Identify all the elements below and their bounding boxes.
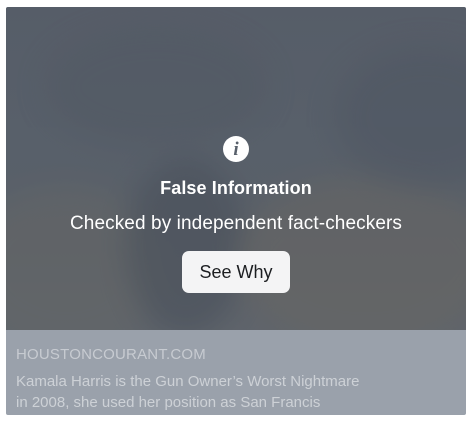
info-icon-glyph: i bbox=[233, 138, 239, 160]
link-headline-line-2: in 2008, she used her position as San Fr… bbox=[16, 394, 321, 411]
see-why-button[interactable]: See Why bbox=[182, 251, 290, 293]
link-headline: Kamala Harris is the Gun Owner’s Worst N… bbox=[16, 371, 446, 413]
post-card[interactable]: i False Information Checked by independe… bbox=[6, 7, 466, 415]
blurred-post-image[interactable]: i False Information Checked by independe… bbox=[6, 7, 466, 330]
warning-subtitle: Checked by independent fact-checkers bbox=[69, 213, 403, 234]
link-domain: HOUSTONCOURANT.COM bbox=[16, 346, 206, 363]
link-headline-line-1: Kamala Harris is the Gun Owner’s Worst N… bbox=[16, 373, 360, 390]
info-icon: i bbox=[223, 136, 249, 162]
link-preview[interactable]: HOUSTONCOURANT.COM Kamala Harris is the … bbox=[6, 330, 466, 415]
fact-check-warning: i False Information Checked by independe… bbox=[6, 7, 466, 330]
warning-title: False Information bbox=[160, 178, 312, 198]
